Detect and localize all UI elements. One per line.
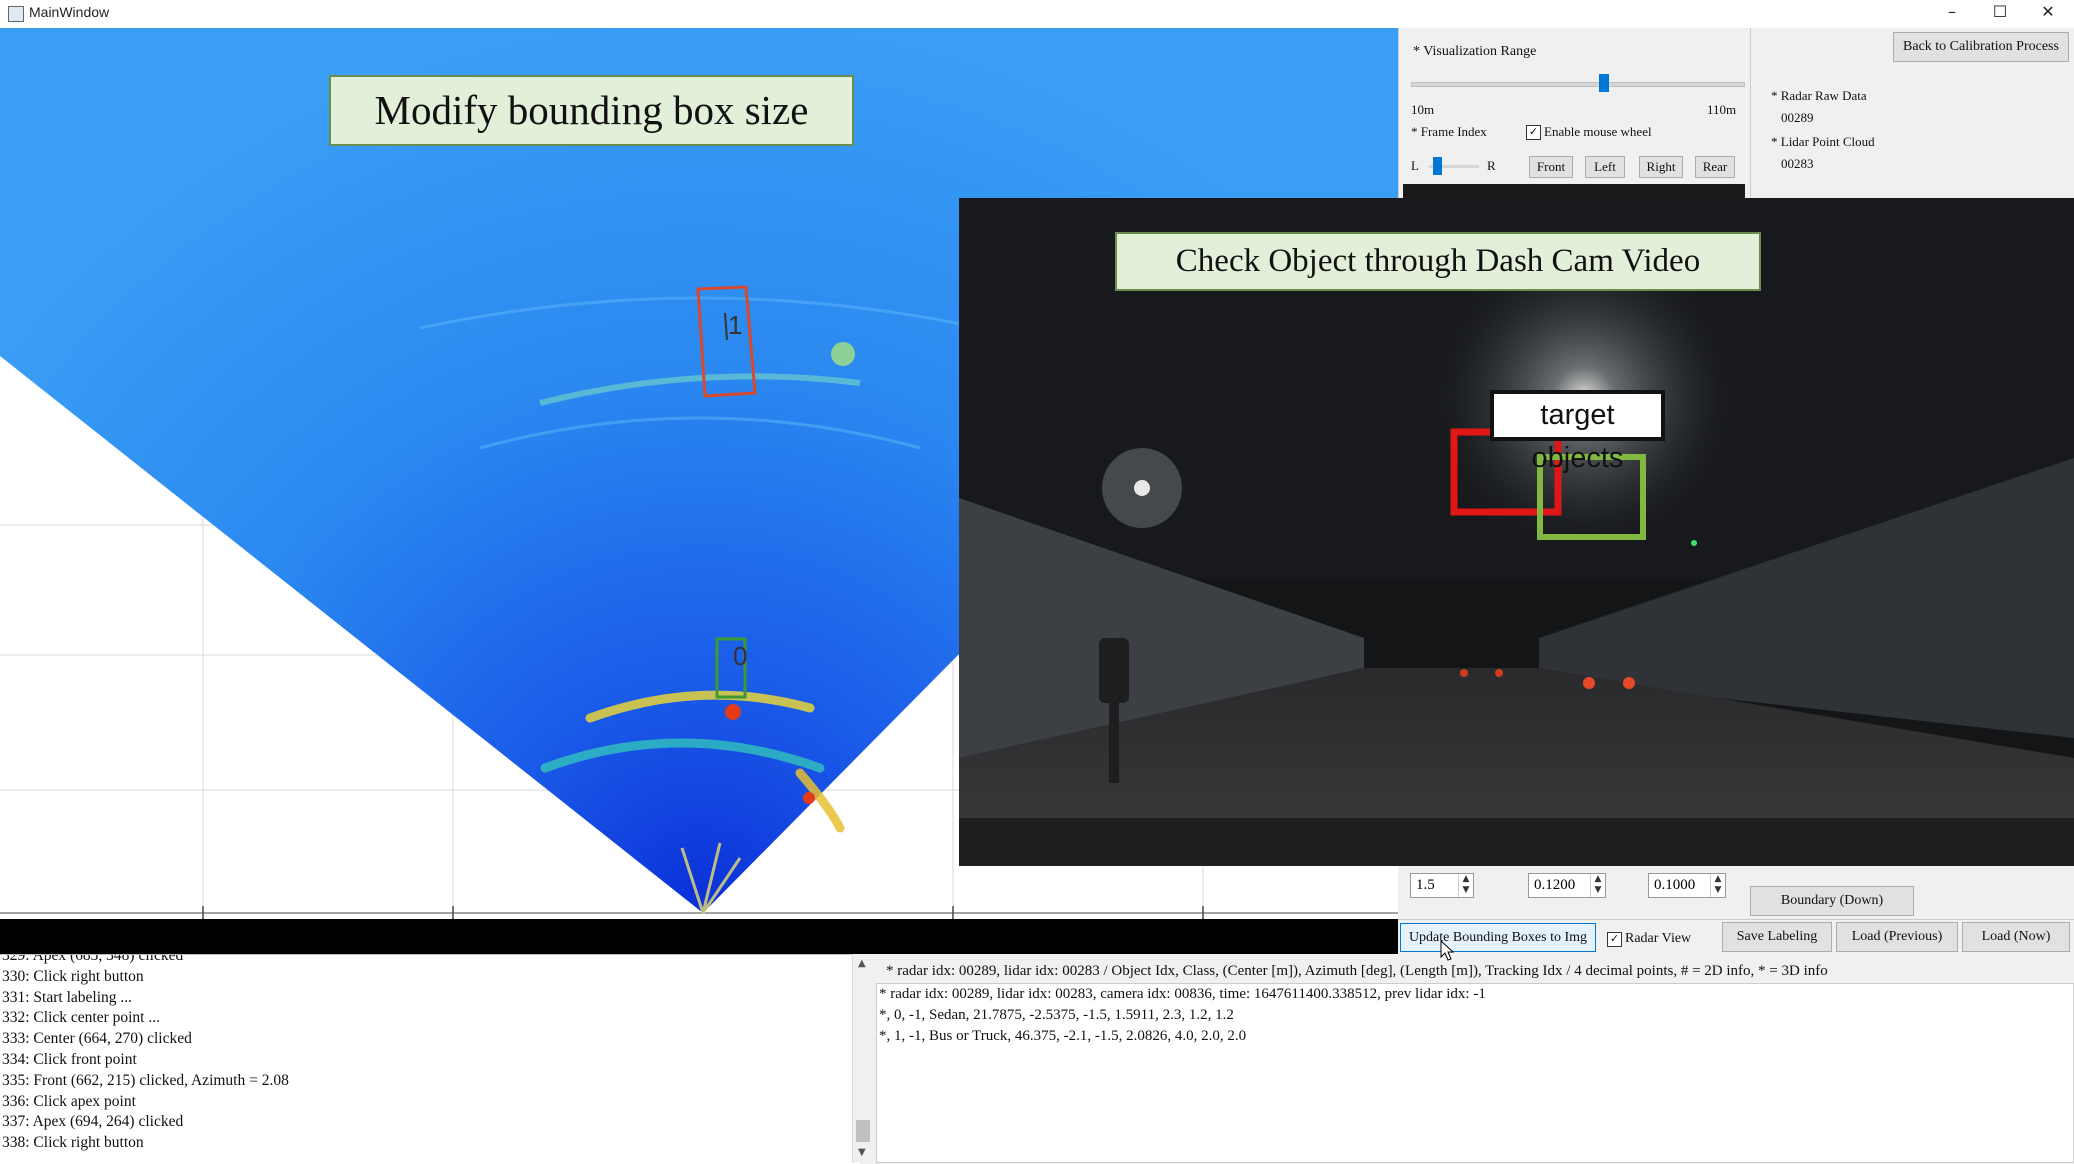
visualization-range-slider[interactable] [1411,82,1745,87]
lr-right-label: R [1487,158,1496,173]
boundary-down-button[interactable]: Boundary (Down) [1750,886,1914,916]
load-previous-button[interactable]: Load (Previous) [1836,922,1958,952]
scroll-down-icon[interactable]: ▼ [858,1147,866,1158]
range-min-label: 10m [1411,102,1435,117]
dash-cam-frame [959,198,2074,866]
lidar-point-cloud-label: * Lidar Point Cloud [1771,134,1875,149]
info-line: *, 1, -1, Bus or Truck, 46.375, -2.1, -1… [879,1027,1247,1044]
range-max-label: 110m [1707,102,1737,117]
enable-mouse-wheel-checkbox[interactable]: ✓ [1526,125,1541,140]
radar-raw-data-label: * Radar Raw Data [1771,88,1867,103]
log-line: 329: Apex (683, 348) clicked [2,954,184,964]
app-icon [8,6,24,22]
window-title: MainWindow [29,4,110,20]
frame-index-label: * Frame Index [1411,124,1487,139]
info-line: * radar idx: 00289, lidar idx: 00283, ca… [879,986,1486,1002]
load-now-button[interactable]: Load (Now) [1962,922,2070,952]
visualization-range-handle[interactable] [1599,74,1609,92]
info-line: *, 0, -1, Sedan, 21.7875, -2.5375, -1.5,… [879,1006,1234,1023]
dash-cam-video: Check Object through Dash Cam Video targ… [959,198,2074,866]
view-left-button[interactable]: Left [1585,156,1625,178]
bounding-box-1-label: 1 [728,310,742,340]
log-line: 336: Click apex point [2,1092,136,1110]
radar-raw-data-value: 00289 [1781,110,1814,125]
title-bar: MainWindow – ☐ ✕ [0,0,2074,29]
minimize-button[interactable]: – [1928,0,1976,28]
log-panel[interactable]: 329: Apex (683, 348) clicked 330: Click … [0,954,860,1164]
labeling-info-text[interactable]: * radar idx: 00289, lidar idx: 00283, ca… [876,983,2074,1163]
callout-check-object: Check Object through Dash Cam Video [1115,232,1761,291]
radar-axis-strip [0,919,1398,954]
control-panel: * Visualization Range 10m 110m * Frame I… [1398,28,2074,198]
save-labeling-button[interactable]: Save Labeling [1722,922,1832,952]
lr-left-label: L [1411,158,1419,173]
scroll-thumb[interactable] [856,1120,870,1142]
log-line: 338: Click right button [2,1134,144,1152]
callout-modify-bbox: Modify bounding box size [329,75,854,146]
log-line: 337: Apex (694, 264) clicked [2,1113,184,1131]
log-line: 334: Click front point [2,1050,137,1068]
view-front-button[interactable]: Front [1529,156,1573,178]
maximize-button[interactable]: ☐ [1976,0,2024,28]
enable-mouse-wheel-label: Enable mouse wheel [1544,124,1652,139]
log-line: 333: Center (664, 270) clicked [2,1030,192,1048]
bounding-box-0-label: 0 [733,641,747,671]
visualization-range-label: * Visualization Range [1413,44,1537,59]
log-line: 332: Click center point ... [2,1009,160,1027]
target-objects-label: target objects [1490,390,1665,474]
step-spinbox[interactable]: 0.1200 ▲ ▼ [1528,873,1606,898]
radar-view-label: Radar View [1625,931,1692,946]
log-scrollbar[interactable]: ▲ ▼ [852,954,873,1163]
back-to-calibration-button[interactable]: Back to Calibration Process [1893,32,2069,62]
info-header: * radar idx: 00289, lidar idx: 00283 / O… [886,963,1828,979]
lidar-point-cloud-value: 00283 [1781,156,1814,171]
scroll-up-icon[interactable]: ▲ [858,958,866,969]
offset-spinbox[interactable]: 0.1000 ▲ ▼ [1648,873,1726,898]
length-spinbox[interactable]: 1.5 ▲ ▼ [1410,873,1474,898]
mouse-cursor-icon [1440,940,1455,961]
view-right-button[interactable]: Right [1639,156,1683,178]
log-line: 335: Front (662, 215) clicked, Azimuth =… [2,1071,289,1089]
lr-slider-handle[interactable] [1433,157,1442,175]
log-line: 331: Start labeling ... [2,988,133,1006]
update-bounding-boxes-button[interactable]: Update Bounding Boxes to Img [1400,923,1596,952]
close-button[interactable]: ✕ [2024,0,2072,28]
log-line: 330: Click right button [2,967,144,985]
radar-view-checkbox[interactable]: ✓ [1607,932,1622,947]
bbox-parameters-panel [1398,866,2074,920]
view-rear-button[interactable]: Rear [1695,156,1735,178]
